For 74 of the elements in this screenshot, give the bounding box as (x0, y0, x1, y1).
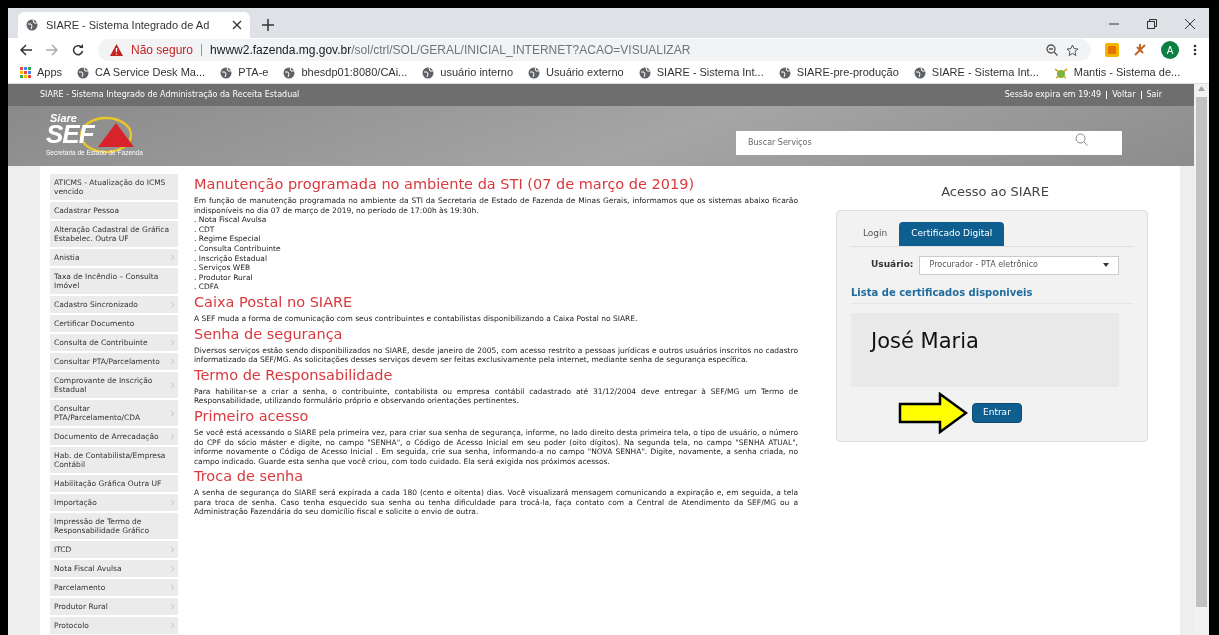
section-heading: Caixa Postal no SIARE (194, 292, 354, 311)
tab-title: SIARE - Sistema Integrado de Ad (46, 17, 210, 33)
globe-icon (913, 66, 926, 79)
chevron-right-icon (171, 434, 174, 439)
bookmark[interactable]: CA Service Desk Ma... (77, 64, 206, 81)
user-select[interactable]: Procurador - PTA eletrônico (919, 255, 1120, 275)
apps-grid-icon (20, 67, 31, 78)
close-icon[interactable] (232, 20, 242, 30)
back-arrow-icon[interactable] (20, 44, 32, 56)
search-icon[interactable] (1075, 133, 1088, 146)
globe-icon (220, 66, 233, 79)
menu-icon[interactable] (1193, 44, 1197, 56)
enter-button[interactable]: Entrar (972, 402, 1022, 423)
chevron-right-icon (171, 547, 174, 552)
bug-icon (1053, 66, 1068, 79)
reload-icon[interactable] (72, 44, 84, 56)
login-title: Acesso ao SIARE (941, 183, 1049, 201)
section-heading: Primeiro acesso (194, 406, 310, 425)
header-link[interactable]: Voltar (1112, 89, 1136, 101)
globe-icon (283, 66, 296, 79)
globe-icon (422, 66, 435, 79)
chevron-right-icon (171, 604, 174, 609)
globe-icon (528, 66, 541, 79)
security-label: Não seguro (131, 42, 194, 59)
bookmark[interactable]: SIARE - Sistema Int... (638, 64, 764, 81)
zoom-icon[interactable] (1046, 44, 1058, 56)
certificate-list-heading: Lista de certificados disponiveis (851, 284, 1133, 304)
address-bar[interactable]: Não seguro hwww2.fazenda.mg.gov.br/sol/ctrl/SOL/GERAL/INICIAL_INTERNET?ACAO=VISUALIZAR (98, 39, 1091, 61)
warning-icon (110, 44, 123, 56)
chevron-right-icon (171, 382, 174, 388)
new-tab-icon[interactable] (262, 19, 274, 31)
section-heading: Termo de Responsabilidade (194, 365, 394, 384)
chevron-right-icon (171, 359, 174, 364)
globe-icon (778, 66, 791, 79)
certificate-name[interactable]: José Maria (871, 328, 1099, 353)
star-icon[interactable] (1066, 43, 1079, 57)
chevron-right-icon (171, 623, 174, 628)
dropdown-caret-icon (1103, 263, 1110, 267)
chevron-right-icon (171, 566, 174, 571)
browser-tab[interactable]: SIARE - Sistema Integrado de Ad (18, 12, 250, 38)
session-timer: Sessão expira em 19:49 (1004, 89, 1102, 101)
globe-icon (638, 66, 651, 79)
chevron-right-icon (171, 410, 174, 416)
restore-icon[interactable] (1147, 19, 1157, 29)
extension-icon[interactable] (1133, 43, 1147, 57)
bookmark[interactable]: bhesdp01:8080/CAi... (283, 64, 408, 81)
bookmark[interactable]: PTA-e (220, 64, 269, 81)
search-field[interactable]: Buscar Serviços (736, 130, 1122, 155)
chevron-right-icon (171, 255, 174, 260)
chevron-right-icon (171, 302, 174, 307)
globe-icon (77, 66, 90, 79)
scrollbar[interactable] (1194, 84, 1209, 635)
bookmark[interactable]: SIARE-pre-produção (778, 64, 899, 81)
globe-icon (26, 19, 38, 31)
user-label: Usuário: (871, 258, 914, 272)
bookmark[interactable]: Apps (20, 64, 63, 81)
section-heading: Manutenção programada no ambiente da STI (07 de março de 2019) (194, 175, 696, 193)
chevron-right-icon (171, 585, 174, 590)
site-title: SIARE - Sistema Integrado de Administração da Receita Estadual (40, 89, 300, 101)
login-tab[interactable]: Login (851, 221, 900, 246)
bookmark[interactable]: usuário interno (422, 64, 514, 81)
bookmark[interactable]: Usuário externo (528, 64, 624, 81)
url-text: hwww2.fazenda.mg.gov.br/sol/ctrl/SOL/GERAL/INICIAL_INTERNET?ACAO=VISUALIZAR (210, 42, 691, 59)
bookmark[interactable]: Mantis - Sistema de... (1053, 64, 1181, 81)
section-heading: Senha de segurança (194, 324, 344, 343)
arrow-icon (898, 391, 968, 434)
chevron-right-icon (171, 340, 174, 345)
chevron-right-icon (171, 500, 174, 505)
header-link[interactable]: Sair (1146, 89, 1162, 101)
login-tab[interactable]: Certificado Digital (899, 221, 1005, 246)
section-heading: Troca de senha (194, 467, 305, 486)
bookmark[interactable]: SIARE - Sistema Int... (913, 64, 1039, 81)
close-icon[interactable] (1185, 19, 1195, 29)
profile-avatar[interactable]: A (1161, 41, 1179, 59)
